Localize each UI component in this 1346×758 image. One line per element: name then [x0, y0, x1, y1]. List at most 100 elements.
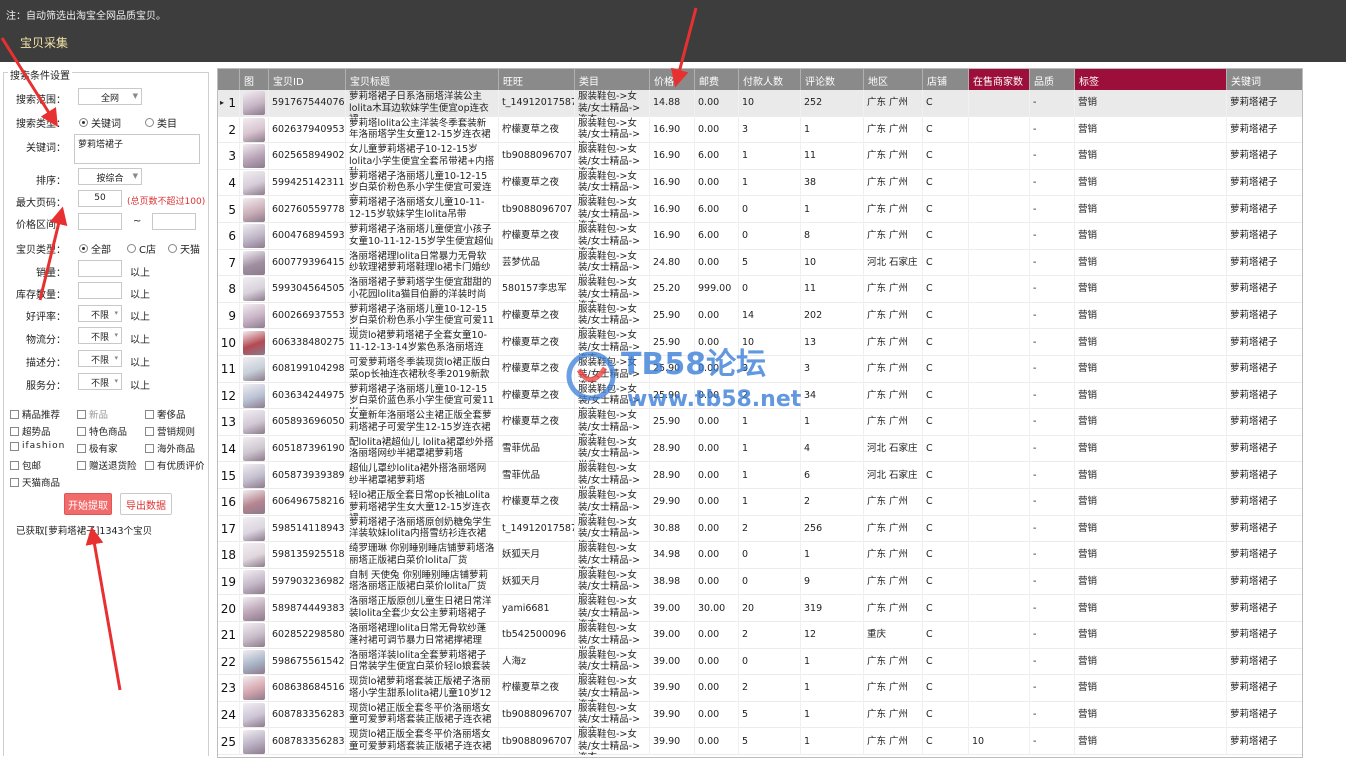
- column-header-7[interactable]: 邮费: [695, 69, 739, 90]
- table-row[interactable]: 2 602637940953 萝莉塔lolita公主洋装冬季套装新年洛丽塔学生女童1…: [218, 116, 1302, 144]
- product-thumbnail[interactable]: [243, 357, 265, 382]
- column-header-5[interactable]: 类目: [575, 69, 650, 90]
- checkbox-0[interactable]: 精品推荐: [10, 407, 60, 421]
- column-header-4[interactable]: 旺旺: [499, 69, 575, 90]
- product-thumbnail[interactable]: [243, 649, 265, 674]
- stock-input[interactable]: [78, 282, 122, 299]
- type-keyword-radio[interactable]: 关键词: [79, 115, 121, 130]
- table-row[interactable]: 25 608783356283 现货lo裙正版全套冬平价洛丽塔女童可爱萝莉塔套装正版…: [218, 728, 1302, 755]
- checkbox-11[interactable]: 有优质评价: [145, 458, 205, 472]
- column-header-11[interactable]: 店铺: [923, 69, 969, 90]
- product-thumbnail[interactable]: [243, 437, 265, 462]
- checkbox-7[interactable]: 极有家: [77, 441, 118, 455]
- product-thumbnail[interactable]: [243, 729, 265, 754]
- product-thumbnail[interactable]: [243, 117, 265, 142]
- checkbox-5[interactable]: 营销规则: [145, 424, 195, 438]
- price-min-input[interactable]: [78, 213, 122, 230]
- product-thumbnail[interactable]: [243, 250, 265, 275]
- product-thumbnail[interactable]: [243, 224, 265, 249]
- product-thumbnail[interactable]: [243, 490, 265, 515]
- shoptype-c-radio[interactable]: C店: [127, 241, 156, 256]
- table-row[interactable]: 3 602565894902 女儿童萝莉塔裙子10-12-15岁lolita小学生便…: [218, 143, 1302, 170]
- table-row[interactable]: 6 600476894593 萝莉塔裙子洛丽塔儿童便宜小孩子女童10-11-12-1…: [218, 223, 1302, 250]
- product-thumbnail[interactable]: [243, 570, 265, 595]
- product-thumbnail[interactable]: [243, 463, 265, 488]
- product-thumbnail[interactable]: [243, 171, 265, 196]
- shoptype-tmall-radio[interactable]: 天猫: [168, 241, 200, 256]
- checkbox-12[interactable]: 天猫商品: [10, 475, 60, 489]
- product-thumbnail[interactable]: [243, 197, 265, 222]
- table-row[interactable]: 23 608638684516 现货lo裙萝莉塔套装正版裙子洛丽塔小学生甜系loli…: [218, 675, 1302, 702]
- table-row[interactable]: 20 589874449383 洛丽塔正版原创儿童生日裙日常洋装lolita全套少女…: [218, 595, 1302, 622]
- table-row[interactable]: 4 599425142311 萝莉塔裙子洛丽塔儿童10-12-15岁白菜价粉色系小学…: [218, 169, 1302, 197]
- price-max-input[interactable]: [152, 213, 196, 230]
- table-row[interactable]: 21 602852298580 洛丽塔裙理lolita日常无骨软纱蓬蓬衬裙可调节暴力…: [218, 622, 1302, 649]
- table-row[interactable]: 19 597903236982 自制 天使兔 你别睡别睡店铺萝莉塔洛丽塔正版裙白菜价…: [218, 568, 1302, 596]
- column-header-10[interactable]: 地区: [864, 69, 923, 90]
- column-header-1[interactable]: 图: [240, 69, 269, 90]
- column-header-9[interactable]: 评论数: [801, 69, 864, 90]
- product-thumbnail[interactable]: [243, 676, 265, 701]
- column-header-14[interactable]: 标签: [1075, 69, 1227, 90]
- column-header-3[interactable]: 宝贝标题: [346, 69, 499, 90]
- column-header-15[interactable]: 关键词: [1227, 69, 1302, 90]
- checkbox-3[interactable]: 超势品: [10, 424, 51, 438]
- logistics-select[interactable]: 不限 ▾: [78, 327, 122, 344]
- product-thumbnail[interactable]: [243, 304, 265, 329]
- table-row[interactable]: 14 605187396190 配lolita裙超仙儿 lolita裙罩纱外搭洛丽塔…: [218, 435, 1302, 463]
- table-row[interactable]: 17 598514118943 萝莉塔裙子洛丽塔原创奶糖兔学生洋装软妹lolita内…: [218, 515, 1302, 543]
- table-row[interactable]: 22 598675561542 洛丽塔洋装lolita全套萝莉塔裙子日常装学生便宜白…: [218, 648, 1302, 676]
- column-header-13[interactable]: 品质: [1030, 69, 1075, 90]
- shoptype-all-radio[interactable]: 全部: [79, 241, 111, 256]
- table-row[interactable]: 8 599304564505 洛丽塔裙子萝莉塔学生便宜甜甜的小花园lolita猫目伯…: [218, 276, 1302, 303]
- product-thumbnail[interactable]: [243, 144, 265, 169]
- maxpage-input[interactable]: 50: [78, 190, 122, 207]
- checkbox-8[interactable]: 海外商品: [145, 441, 195, 455]
- table-row[interactable]: 16 606496758216 轻lo裙正版全套日常op长袖Lolita萝莉塔裙学生…: [218, 489, 1302, 516]
- checkbox-10[interactable]: 赠送退货险: [77, 458, 137, 472]
- product-thumbnail[interactable]: [243, 596, 265, 621]
- product-thumbnail[interactable]: [243, 383, 265, 408]
- column-header-2[interactable]: 宝贝ID: [269, 69, 346, 90]
- product-thumbnail[interactable]: [243, 623, 265, 648]
- results-grid[interactable]: 图宝贝ID 宝贝标题 旺旺 类目 价格 邮费 付款人数 评论数 地区 店铺 在售商家数 品质 标签 关键词…: [217, 68, 1303, 758]
- table-row[interactable]: 15 605873939389 超仙儿罩纱lolita裙外搭洛丽塔网纱半裙罩裙萝莉塔…: [218, 462, 1302, 489]
- product-thumbnail[interactable]: [243, 91, 265, 116]
- column-header-12[interactable]: 在售商家数: [969, 69, 1030, 90]
- table-row[interactable]: 24 608783356283 现货lo裙正版全套冬平价洛丽塔女童可爱萝莉塔套装正版…: [218, 701, 1302, 729]
- keyword-input[interactable]: 萝莉塔裙子: [74, 134, 200, 164]
- start-button[interactable]: 开始提取: [64, 493, 112, 515]
- table-row[interactable]: 18 598135925518 绮罗珊琳 你别睡别睡店铺萝莉塔洛丽塔正版裙白菜价lo…: [218, 542, 1302, 569]
- product-thumbnail[interactable]: [243, 330, 265, 355]
- checkbox-2[interactable]: 奢侈品: [145, 407, 186, 421]
- sales-input[interactable]: [78, 260, 122, 277]
- table-row[interactable]: 12 603634244975 萝莉塔裙子洛丽塔儿童10-12-15岁白菜价蓝色系小…: [218, 382, 1302, 410]
- sort-select[interactable]: 按综合 ▼: [78, 168, 142, 185]
- table-row[interactable]: 9 600266937553 萝莉塔裙子洛丽塔儿童10-12-15岁白菜价粉色系小学…: [218, 302, 1302, 330]
- table-row[interactable]: 11 608199104298 可爱萝莉塔冬季装现货lo裙正版白菜op长袖连衣裙秋冬…: [218, 356, 1302, 383]
- export-button[interactable]: 导出数据: [120, 493, 172, 515]
- checkbox-4[interactable]: 特色商品: [77, 424, 127, 438]
- range-select[interactable]: 全网 ▼: [78, 88, 142, 105]
- product-thumbnail[interactable]: [243, 277, 265, 302]
- checkbox-1[interactable]: 新品: [77, 407, 108, 421]
- product-thumbnail[interactable]: [243, 410, 265, 435]
- column-header-8[interactable]: 付款人数: [739, 69, 801, 90]
- table-row[interactable]: 7 600779396415 洛丽塔裙理lolita日常暴力无骨软纱软理裙萝莉塔鞋理…: [218, 249, 1302, 277]
- product-thumbnail[interactable]: [243, 543, 265, 568]
- service-select[interactable]: 不限 ▾: [78, 373, 122, 390]
- table-row[interactable]: 13 605893696050 女童新年洛丽塔公主裙正版全套萝莉塔裙子可爱学生12-…: [218, 409, 1302, 436]
- type-category-radio[interactable]: 类目: [145, 115, 177, 130]
- column-header-6[interactable]: 价格: [650, 69, 695, 90]
- checkbox-6[interactable]: ifashion: [10, 441, 65, 451]
- table-row[interactable]: 1 ▸ 591767544076 萝莉塔裙子日系洛丽塔洋装公主lolita木耳边软妹学…: [218, 90, 1302, 117]
- column-header-0[interactable]: [218, 69, 240, 90]
- product-thumbnail[interactable]: [243, 516, 265, 541]
- good-rate-select[interactable]: 不限 ▾: [78, 305, 122, 322]
- checkbox-9[interactable]: 包邮: [10, 458, 41, 472]
- table-row[interactable]: 5 602760559778 萝莉塔裙子洛丽塔女儿童10-11-12-15岁软妹学生…: [218, 196, 1302, 223]
- product-thumbnail[interactable]: [243, 703, 265, 728]
- item-id-cell: 608783356283: [269, 701, 346, 729]
- desc-select[interactable]: 不限 ▾: [78, 350, 122, 367]
- table-row[interactable]: 10 606338480275 现货lo裙萝莉塔裙子全套女童10-11-12-13-…: [218, 329, 1302, 356]
